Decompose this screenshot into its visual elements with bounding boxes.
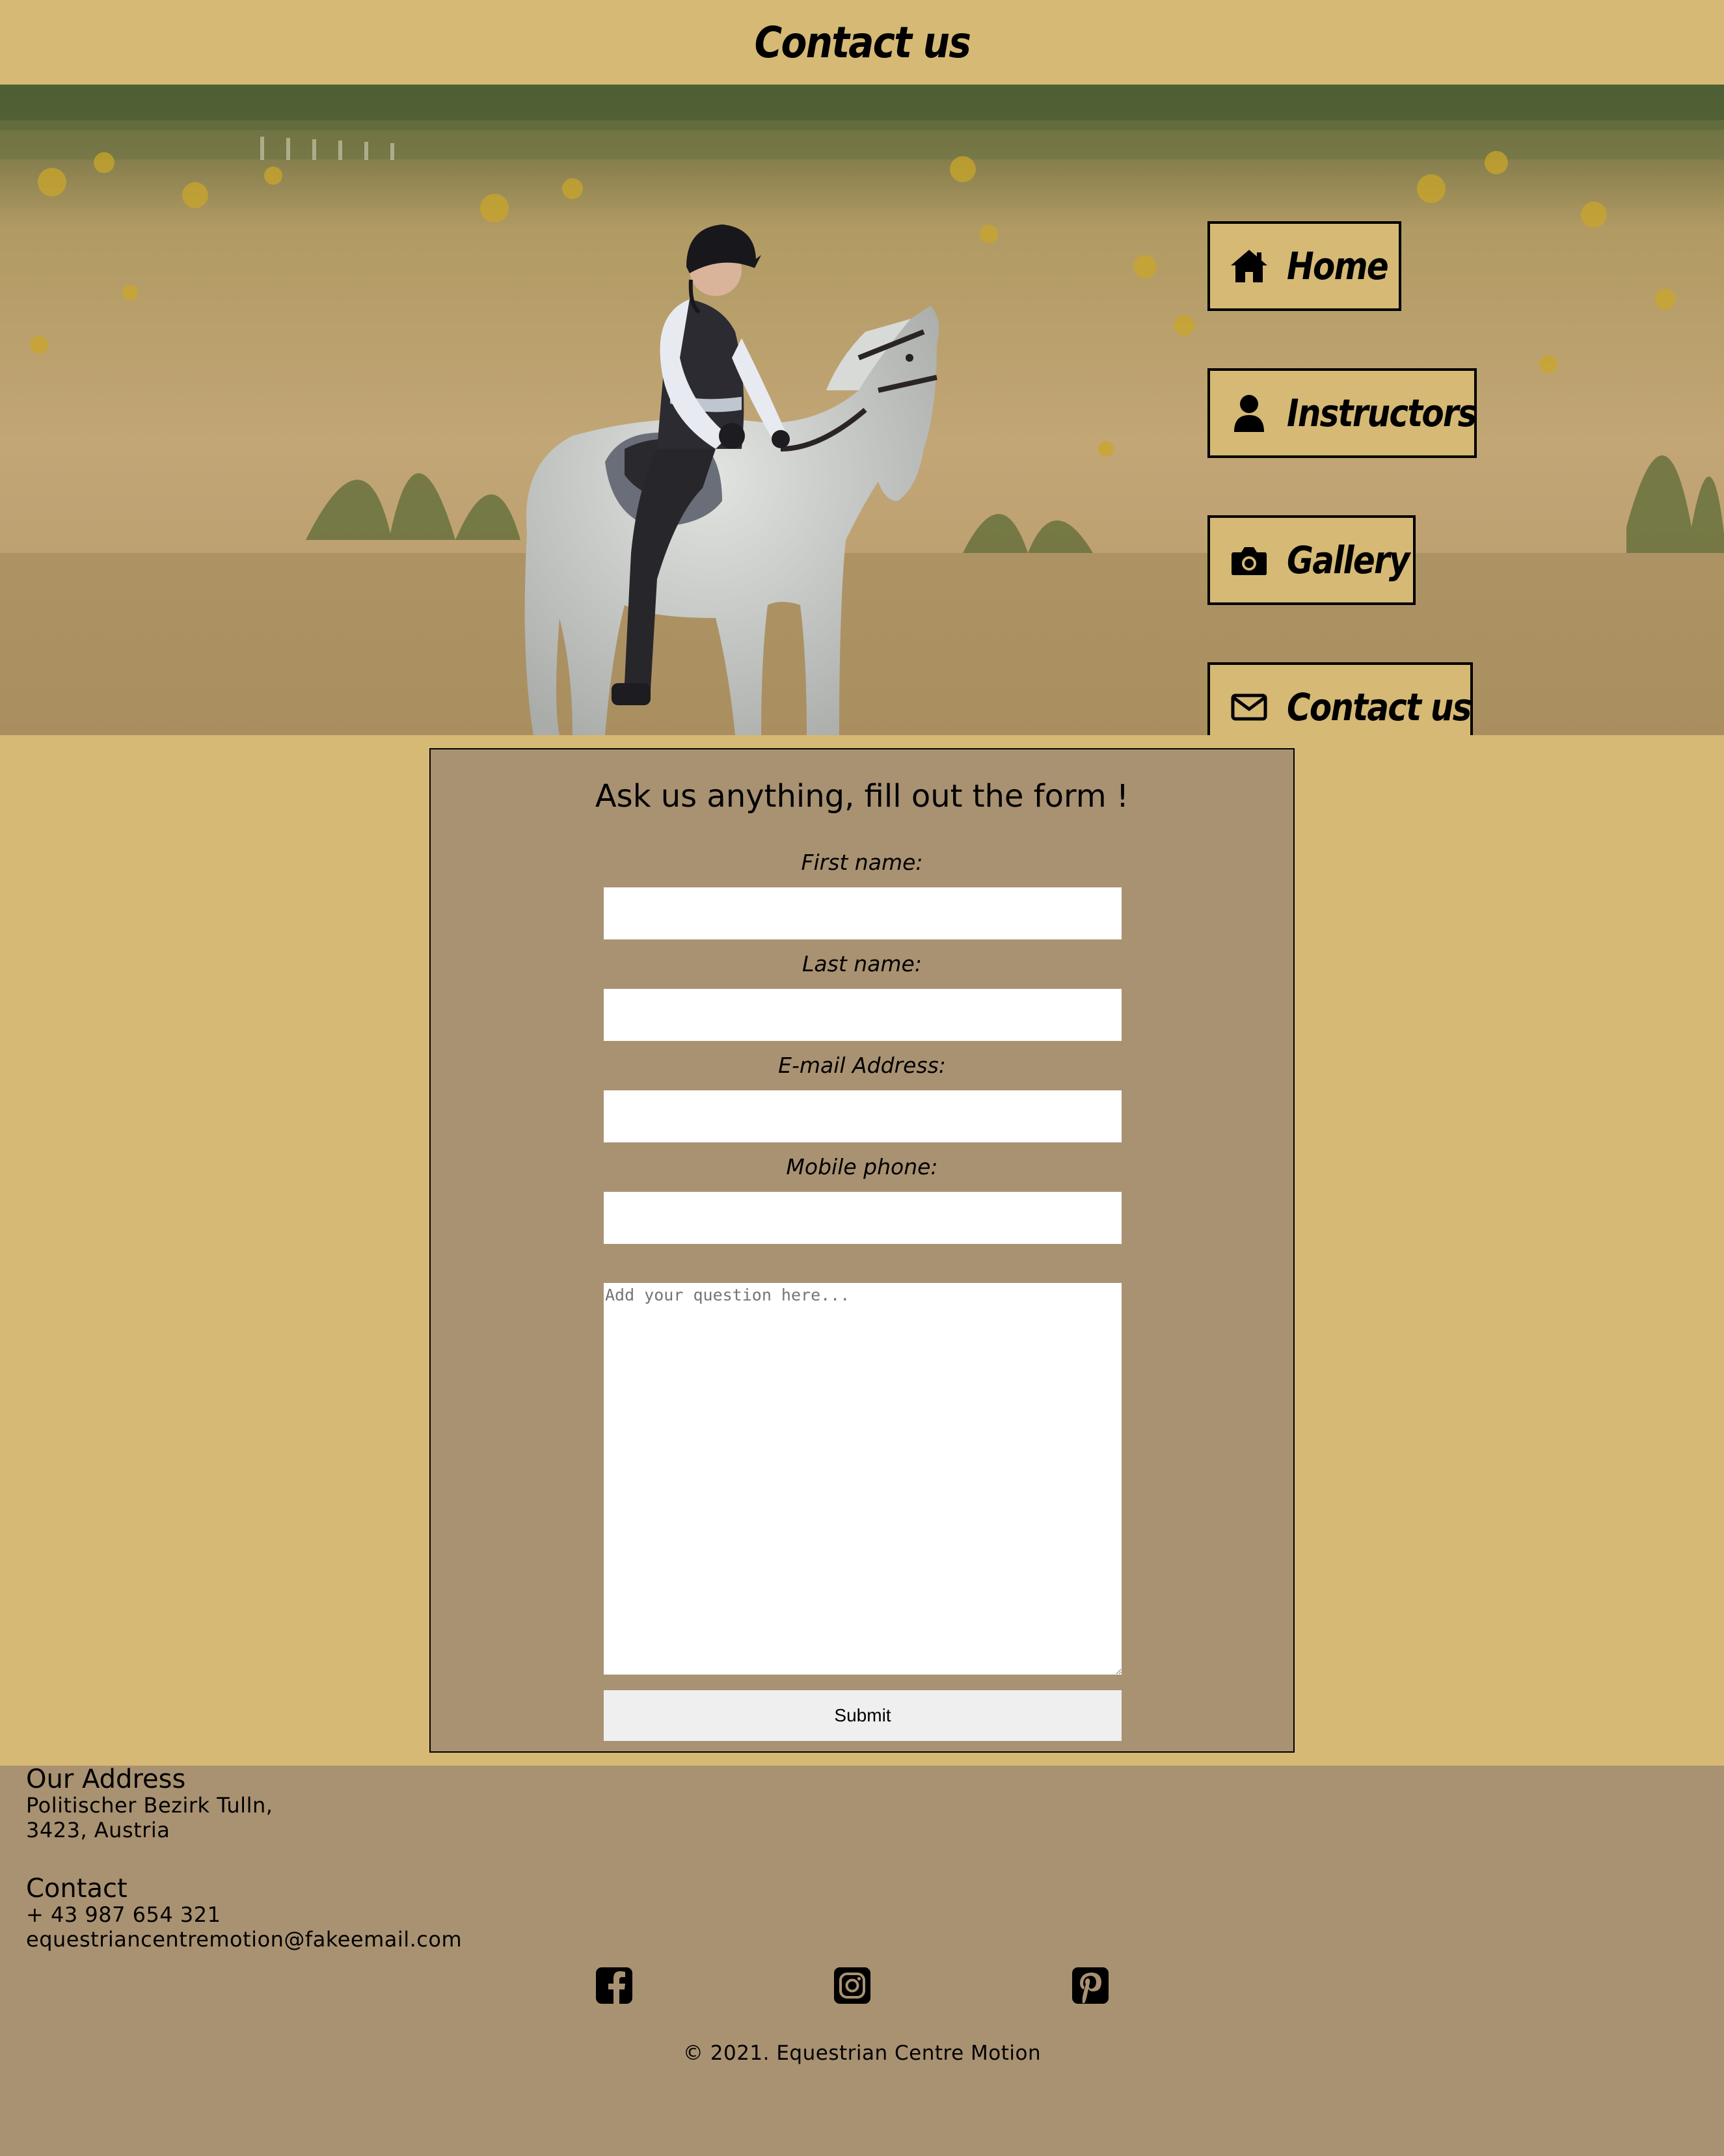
user-icon — [1230, 394, 1269, 433]
address-line-2: 3423, Austria — [26, 1818, 170, 1842]
contact-phone: + 43 987 654 321 — [26, 1902, 221, 1927]
hero-banner: Home Instructors Gallery Contact us — [0, 85, 1724, 735]
nav-gallery-label: Gallery — [1287, 538, 1410, 582]
mobile-phone-label: Mobile phone: — [786, 1154, 938, 1179]
contact-form: Ask us anything, fill out the form ! Fir… — [429, 748, 1295, 1753]
contact-heading: Contact — [26, 1874, 128, 1904]
camera-icon — [1230, 541, 1269, 580]
site-footer: Our Address Politischer Bezirk Tulln, 34… — [0, 1766, 1724, 2156]
address-line-1: Politischer Bezirk Tulln, — [26, 1793, 273, 1818]
nav-home-label: Home — [1287, 244, 1389, 288]
instagram-icon[interactable] — [833, 1966, 872, 2005]
first-name-input[interactable] — [604, 887, 1122, 939]
nav-instructors-button[interactable]: Instructors — [1207, 368, 1477, 458]
page-header: Contact us — [0, 0, 1724, 85]
contact-section: Contact + 43 987 654 321 equestriancentr… — [26, 1875, 462, 1952]
contact-email: equestriancentremotion@fakeemail.com — [26, 1927, 463, 1952]
submit-button[interactable]: Submit — [604, 1690, 1122, 1741]
nav-gallery-button[interactable]: Gallery — [1207, 515, 1416, 605]
nav-contact-label: Contact us — [1287, 685, 1472, 729]
question-textarea[interactable] — [604, 1283, 1122, 1675]
email-label: E-mail Address: — [778, 1053, 946, 1078]
nav-instructors-label: Instructors — [1287, 391, 1477, 435]
envelope-icon — [1230, 688, 1269, 727]
mobile-phone-input[interactable] — [604, 1192, 1122, 1244]
facebook-icon[interactable] — [595, 1966, 634, 2005]
copyright-text: © 2021. Equestrian Centre Motion — [682, 2041, 1042, 2065]
form-title: Ask us anything, fill out the form ! — [595, 778, 1129, 815]
address-section: Our Address Politischer Bezirk Tulln, 34… — [26, 1766, 273, 1842]
email-input[interactable] — [604, 1090, 1122, 1142]
last-name-input[interactable] — [604, 989, 1122, 1041]
pinterest-icon[interactable] — [1071, 1966, 1110, 2005]
address-heading: Our Address — [26, 1764, 186, 1794]
last-name-label: Last name: — [802, 951, 922, 977]
first-name-label: First name: — [801, 850, 923, 875]
home-icon — [1230, 247, 1269, 286]
nav-home-button[interactable]: Home — [1207, 221, 1401, 311]
page-title: Contact us — [754, 17, 971, 68]
nav-contact-button[interactable]: Contact us — [1207, 662, 1473, 735]
